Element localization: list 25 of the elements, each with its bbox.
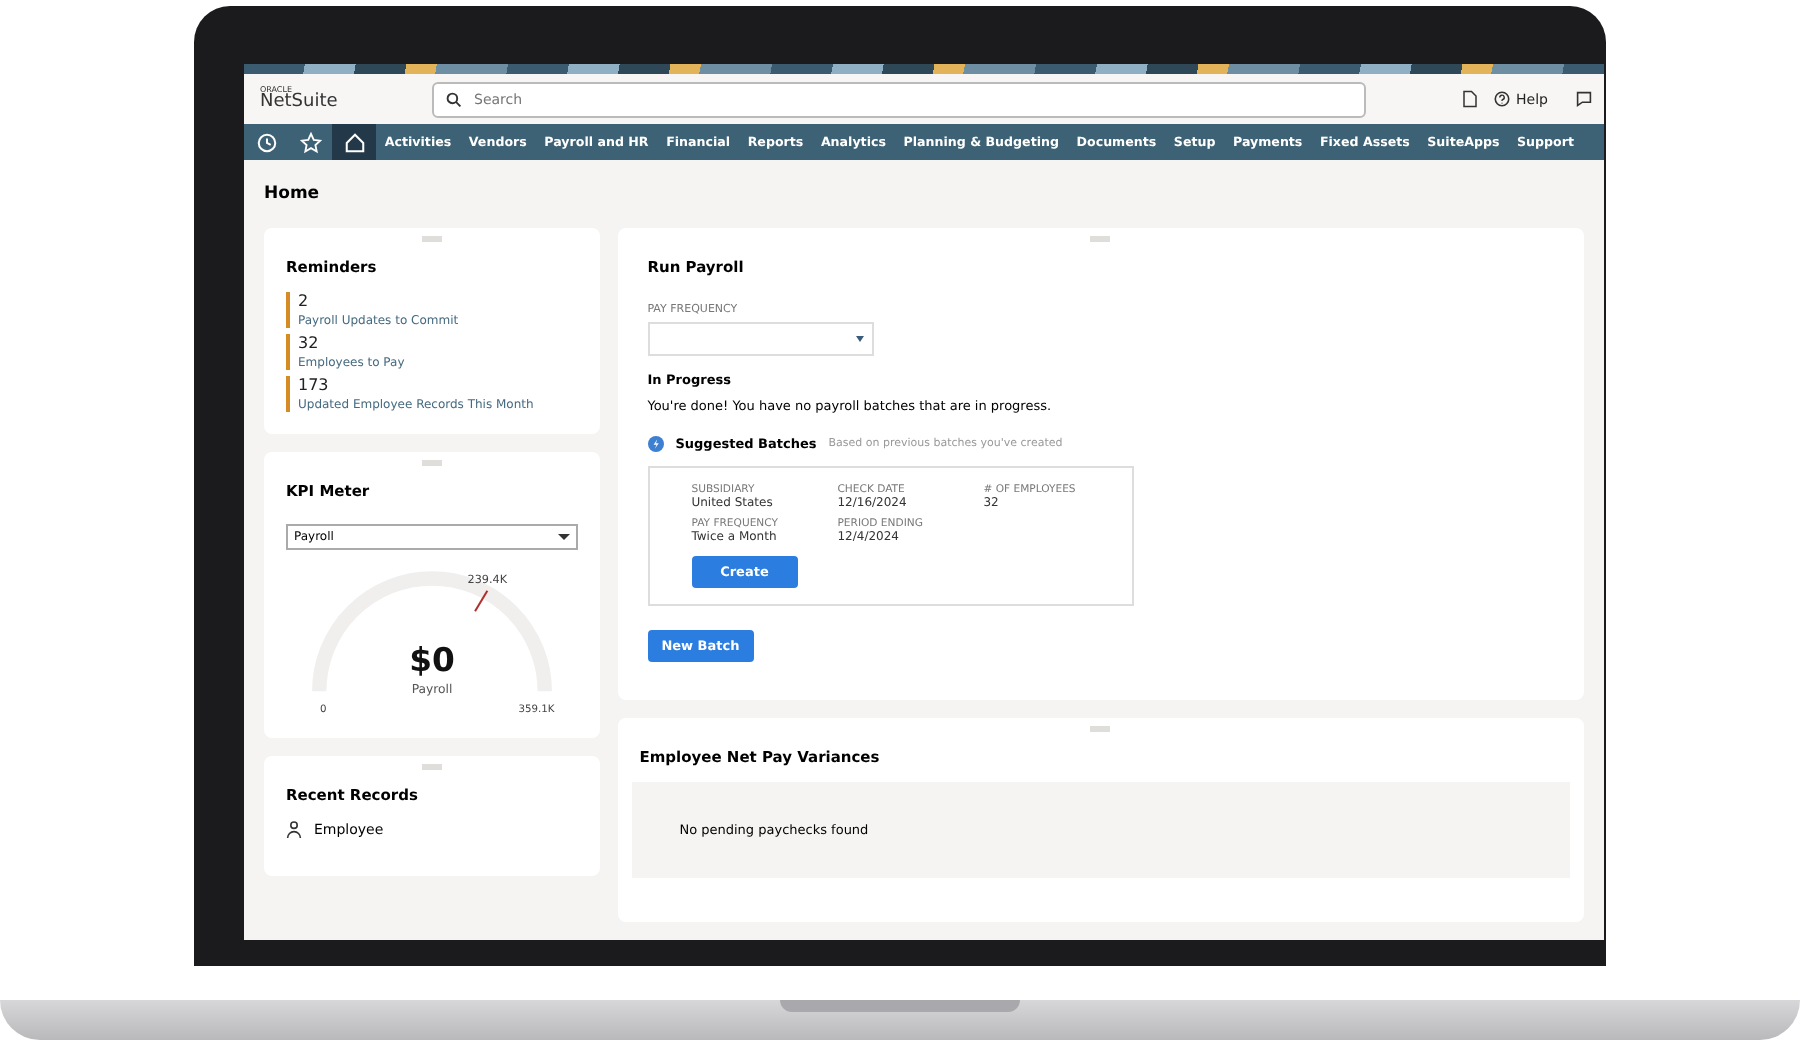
document-icon[interactable] [1462, 90, 1479, 108]
page-title: Home [264, 184, 322, 204]
drag-handle[interactable] [421, 460, 442, 466]
drag-handle[interactable] [1090, 726, 1111, 732]
caret-icon [855, 336, 864, 342]
drag-handle[interactable] [1090, 236, 1111, 242]
logo-text: NetSuite [260, 94, 340, 112]
help-icon [1494, 90, 1511, 108]
drag-handle[interactable] [421, 236, 442, 242]
home-icon [343, 131, 365, 153]
caret-icon [557, 534, 570, 540]
search-icon [446, 91, 462, 107]
drag-handle[interactable] [421, 764, 442, 770]
kpi-value: $0 [408, 640, 455, 679]
nav-icon-tab[interactable] [332, 124, 376, 160]
history-icon [255, 131, 277, 153]
reminder-count: 173 [298, 376, 331, 394]
lightning-icon [647, 436, 664, 452]
person-icon [286, 820, 302, 840]
chat-icon[interactable] [1576, 90, 1592, 108]
star-icon [299, 131, 321, 153]
target-marker [473, 590, 488, 612]
reminder-count: 2 [298, 292, 311, 310]
reminder-count: 32 [298, 334, 321, 352]
pay-frequency-dropdown[interactable] [647, 322, 874, 356]
